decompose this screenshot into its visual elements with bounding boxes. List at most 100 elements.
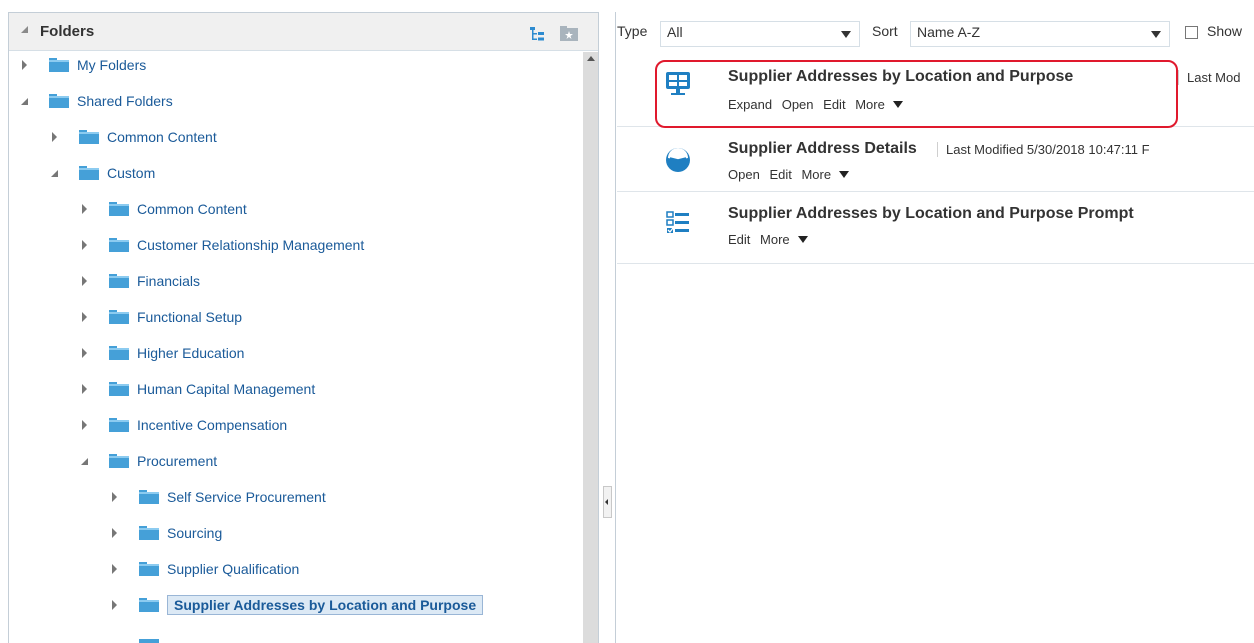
- tree-label[interactable]: Financials: [137, 273, 200, 289]
- expand-icon[interactable]: [79, 238, 93, 252]
- tree-label[interactable]: Sourcing: [167, 525, 222, 541]
- more-menu[interactable]: More: [855, 97, 909, 112]
- expand-icon[interactable]: [19, 58, 33, 72]
- scroll-up-icon[interactable]: [587, 56, 595, 61]
- tree-label[interactable]: My Folders: [77, 57, 146, 73]
- item-meta: Last Mod: [1178, 70, 1240, 85]
- sort-label: Sort: [872, 23, 898, 39]
- expand-icon[interactable]: [109, 562, 123, 576]
- caret-down-icon: [839, 171, 850, 178]
- tree-label[interactable]: Supplier Qualification: [167, 561, 299, 577]
- folder-icon: [79, 166, 99, 180]
- tree-label[interactable]: Shared Folders: [77, 93, 173, 109]
- tree-node-functional-setup[interactable]: Functional Setup: [79, 304, 242, 330]
- catalog-item: Supplier Address Details Last Modified 5…: [617, 127, 1254, 192]
- tree-label[interactable]: Higher Education: [137, 345, 244, 361]
- tree-node-supplier-qualification[interactable]: Supplier Qualification: [109, 556, 299, 582]
- tree-node-supplier-addresses[interactable]: Supplier Addresses by Location and Purpo…: [109, 592, 484, 618]
- expand-icon[interactable]: [49, 130, 63, 144]
- expand-icon[interactable]: [79, 382, 93, 396]
- edit-link[interactable]: Edit: [769, 167, 791, 182]
- show-checkbox[interactable]: [1185, 26, 1198, 39]
- analysis-icon[interactable]: [665, 147, 691, 173]
- tree-node-hcm[interactable]: Human Capital Management: [79, 376, 315, 402]
- tree-label-selected[interactable]: Supplier Addresses by Location and Purpo…: [167, 595, 484, 615]
- collapse-icon[interactable]: [19, 94, 33, 108]
- expand-icon[interactable]: [79, 418, 93, 432]
- collapse-panel-handle[interactable]: [603, 486, 612, 518]
- dashboard-icon[interactable]: [665, 71, 691, 97]
- filter-bar: Type All Sort Name A-Z Show: [617, 12, 1254, 56]
- more-menu[interactable]: More: [801, 167, 855, 182]
- new-folder-icon[interactable]: [560, 26, 578, 41]
- open-link[interactable]: Open: [728, 167, 760, 182]
- tree-node-custom[interactable]: Custom: [49, 160, 155, 186]
- item-title[interactable]: Supplier Address Details: [728, 140, 917, 158]
- folders-title: Folders: [40, 23, 95, 40]
- expand-icon[interactable]: [79, 274, 93, 288]
- tree-label[interactable]: Functional Setup: [137, 309, 242, 325]
- folder-icon: [139, 526, 159, 540]
- tree-scrollbar[interactable]: [583, 52, 598, 643]
- folder-icon: [49, 94, 69, 108]
- tree-node-higher-education[interactable]: Higher Education: [79, 340, 244, 366]
- collapse-icon[interactable]: [49, 166, 63, 180]
- tree-label[interactable]: Procurement: [137, 453, 217, 469]
- tree-node-crm[interactable]: Customer Relationship Management: [79, 232, 364, 258]
- type-select-value: All: [667, 24, 683, 40]
- tree-label[interactable]: Self Service Procurement: [167, 489, 326, 505]
- item-meta: Last Modified 5/30/2018 10:47:11 F: [937, 142, 1150, 157]
- tree-node-common-content[interactable]: Common Content: [49, 124, 217, 150]
- expand-icon[interactable]: [79, 346, 93, 360]
- more-menu[interactable]: More: [760, 232, 814, 247]
- tree-label[interactable]: Common Content: [137, 201, 247, 217]
- tree-node-procurement[interactable]: Procurement: [79, 448, 217, 474]
- sort-select[interactable]: Name A-Z: [910, 21, 1170, 47]
- more-label: More: [855, 97, 885, 112]
- expand-icon[interactable]: [109, 526, 123, 540]
- folder-icon: [139, 639, 159, 643]
- folder-icon: [79, 130, 99, 144]
- item-title[interactable]: Supplier Addresses by Location and Purpo…: [728, 205, 1134, 223]
- folder-icon: [139, 490, 159, 504]
- folders-panel: Folders My Folders Shared Folders Common…: [8, 12, 599, 643]
- edit-link[interactable]: Edit: [728, 232, 750, 247]
- tree-label[interactable]: Human Capital Management: [137, 381, 315, 397]
- panel-splitter[interactable]: [599, 12, 616, 643]
- collapse-panel-icon[interactable]: [21, 26, 28, 33]
- item-actions: Edit More: [728, 232, 820, 247]
- item-title[interactable]: Supplier Addresses by Location and Purpo…: [728, 68, 1073, 86]
- tree-label[interactable]: Custom: [107, 165, 155, 181]
- expand-icon[interactable]: [109, 598, 123, 612]
- tree-node-financials[interactable]: Financials: [79, 268, 200, 294]
- expand-icon[interactable]: [79, 310, 93, 324]
- edit-link[interactable]: Edit: [823, 97, 845, 112]
- type-select[interactable]: All: [660, 21, 860, 47]
- folder-icon: [109, 418, 129, 432]
- tree-label[interactable]: Common Content: [107, 129, 217, 145]
- folder-icon: [109, 382, 129, 396]
- tree-node-shared-folders[interactable]: Shared Folders: [19, 88, 173, 114]
- tree-label[interactable]: Customer Relationship Management: [137, 237, 364, 253]
- tree-node-self-service-procurement[interactable]: Self Service Procurement: [109, 484, 326, 510]
- tree-node-sourcing[interactable]: Sourcing: [109, 520, 222, 546]
- tree-node-my-folders[interactable]: My Folders: [19, 52, 146, 78]
- open-link[interactable]: Open: [782, 97, 814, 112]
- folder-tree: My Folders Shared Folders Common Content…: [9, 52, 583, 643]
- item-actions: Open Edit More: [728, 167, 861, 182]
- prompt-icon[interactable]: [665, 210, 691, 236]
- expand-icon[interactable]: [109, 490, 123, 504]
- expand-link[interactable]: Expand: [728, 97, 772, 112]
- more-label: More: [801, 167, 832, 182]
- item-actions: Expand Open Edit More: [728, 97, 915, 112]
- catalog-item: Supplier Addresses by Location and Purpo…: [617, 57, 1254, 127]
- tree-node-incentive-compensation[interactable]: Incentive Compensation: [79, 412, 287, 438]
- tree-node-custom-common-content[interactable]: Common Content: [79, 196, 247, 222]
- catalog-item: Supplier Addresses by Location and Purpo…: [617, 192, 1254, 264]
- tree-view-icon[interactable]: [529, 26, 545, 42]
- caret-down-icon: [797, 236, 808, 243]
- expand-icon[interactable]: [79, 202, 93, 216]
- tree-label[interactable]: Incentive Compensation: [137, 417, 287, 433]
- collapse-icon[interactable]: [79, 454, 93, 468]
- chevron-down-icon: [841, 31, 851, 38]
